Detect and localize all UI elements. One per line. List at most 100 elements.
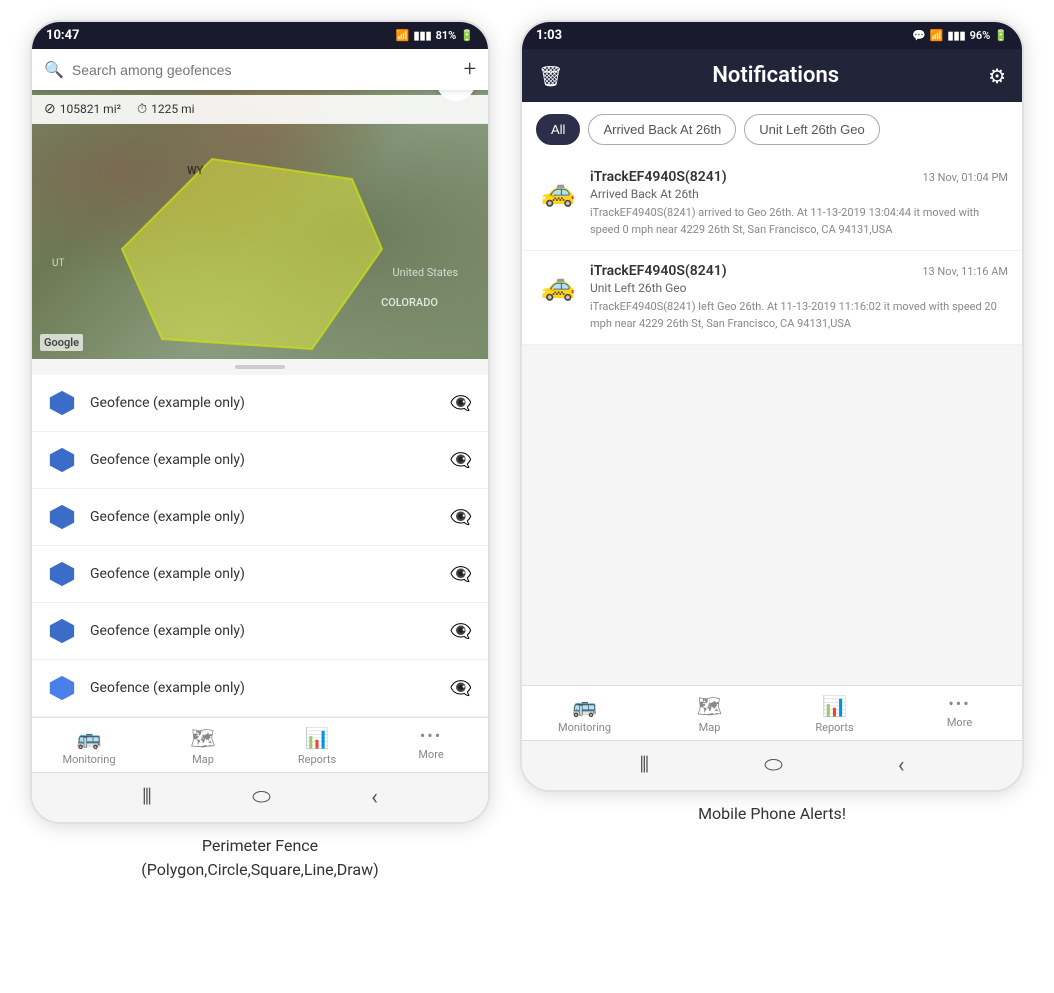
right-time: 1:03 [536,28,562,43]
trash-icon[interactable]: 🗑 [538,64,563,88]
left-time: 10:47 [46,28,80,43]
more-icon: ••• [420,726,442,745]
google-watermark: Google [40,334,83,351]
notif-title-row-1: iTrackEF4940S(8241) 13 Nov, 01:04 PM [590,169,1008,185]
wifi-icon: 📶 [396,29,410,42]
distance-value: 1225 mi [151,102,194,116]
nav-more-r[interactable]: ••• More [930,694,990,734]
add-button[interactable]: + [464,57,476,82]
right-bottom-nav: 🚌 Monitoring 🗺 Map 📊 Reports ••• More [522,685,1022,740]
right-phone: 1:03 💬 📶 ▮▮▮ 96% 🔋 🗑 Notifications ⚙ All… [520,20,1024,792]
geo-icon [48,674,76,702]
notification-item-2[interactable]: 🚕 iTrackEF4940S(8241) 13 Nov, 11:16 AM U… [522,251,1022,345]
left-status-bar: 10:47 📶 ▮▮▮ 81% 🔋 [32,22,488,49]
nav-monitoring-r[interactable]: 🚌 Monitoring [555,694,615,734]
notification-list: 🚕 iTrackEF4940S(8241) 13 Nov, 01:04 PM A… [522,157,1022,685]
geo-name: Geofence (example only) [90,395,436,411]
monitoring-icon: 🚌 [77,726,102,750]
notif-time-2: 13 Nov, 11:16 AM [922,265,1008,278]
list-item[interactable]: Geofence (example only) 👁‍🗨 [32,546,488,603]
eye-icon[interactable]: 👁‍🗨 [450,393,472,414]
home-button[interactable]: ⬭ [252,785,271,810]
list-item[interactable]: Geofence (example only) 👁‍🗨 [32,603,488,660]
map-label-r: Map [699,721,721,734]
battery-icon-r: 🔋 [994,29,1008,42]
filter-left[interactable]: Unit Left 26th Geo [744,114,880,145]
notification-item-1[interactable]: 🚕 iTrackEF4940S(8241) 13 Nov, 01:04 PM A… [522,157,1022,251]
caption-line1: Perimeter Fence [141,834,378,858]
distance-icon: ⏱ [137,102,147,117]
geo-icon [48,617,76,645]
left-bottom-nav: 🚌 Monitoring 🗺 Map 📊 Reports ••• More [32,717,488,772]
geo-icon [48,503,76,531]
back-button[interactable]: ‹ [371,785,378,810]
geofence-polygon [112,149,392,359]
notifications-header: 🗑 Notifications ⚙ [522,49,1022,102]
empty-area [522,345,1022,685]
list-item[interactable]: Geofence (example only) 👁‍🗨 [32,489,488,546]
reports-icon: 📊 [305,726,330,750]
search-bar[interactable]: 🔍 + [32,49,488,90]
filter-all[interactable]: All [536,114,580,145]
map-container: 🔍 + ⊘ 105821 mi² ⏱ 1225 mi [32,49,488,359]
nav-reports-r[interactable]: 📊 Reports [805,694,865,734]
nav-map[interactable]: 🗺 Map [173,726,233,766]
car-avatar-2: 🚕 [536,263,580,307]
list-item[interactable]: Geofence (example only) 👁‍🗨 [32,375,488,432]
notif-event-1: Arrived Back At 26th [590,187,1008,201]
distance-stat: ⏱ 1225 mi [137,102,195,117]
battery-icon: 🔋 [460,29,474,42]
chat-icon: 💬 [912,29,926,42]
right-caption-text: Mobile Phone Alerts! [698,802,846,826]
search-input[interactable] [72,62,456,78]
eye-icon[interactable]: 👁‍🗨 [450,564,472,585]
nav-monitoring[interactable]: 🚌 Monitoring [59,726,119,766]
signal-icon-r: ▮▮▮ [947,29,965,42]
geo-icon [48,560,76,588]
nav-reports[interactable]: 📊 Reports [287,726,347,766]
map-icon-r: 🗺 [697,694,722,718]
geo-icon [48,446,76,474]
list-item[interactable]: Geofence (example only) 👁‍🗨 [32,660,488,717]
stats-bar: ⊘ 105821 mi² ⏱ 1225 mi [32,95,488,124]
home-button-r[interactable]: ⬭ [764,753,783,778]
wy-label: WY [187,164,203,177]
geo-name: Geofence (example only) [90,566,436,582]
more-label: More [418,748,443,761]
nav-more[interactable]: ••• More [401,726,461,766]
right-android-nav: ⦀ ⬭ ‹ [522,740,1022,790]
map-icon: 🗺 [190,726,215,750]
search-icon: 🔍 [44,60,64,79]
notifications-title: Notifications [563,63,988,88]
monitoring-icon-r: 🚌 [572,694,597,718]
settings-icon[interactable]: ⚙ [988,64,1006,88]
notif-body-2: iTrackEF4940S(8241) left Geo 26th. At 11… [590,299,1008,332]
eye-icon[interactable]: 👁‍🗨 [450,507,472,528]
eye-icon[interactable]: 👁‍🗨 [450,450,472,471]
list-item[interactable]: Geofence (example only) 👁‍🗨 [32,432,488,489]
back-button-r[interactable]: ‹ [898,753,905,778]
area-icon: ⊘ [44,101,56,117]
nav-map-r[interactable]: 🗺 Map [680,694,740,734]
signal-icon: ▮▮▮ [413,29,431,42]
filter-arrived[interactable]: Arrived Back At 26th [588,114,736,145]
us-label: United States [393,266,458,279]
eye-icon[interactable]: 👁‍🗨 [450,678,472,699]
notif-vehicle-1: iTrackEF4940S(8241) [590,169,727,185]
reports-icon-r: 📊 [822,694,847,718]
left-caption: Perimeter Fence (Polygon,Circle,Square,L… [141,834,378,882]
colorado-label: COLORADO [381,296,438,309]
recent-apps-button[interactable]: ⦀ [142,785,152,810]
notif-content-2: iTrackEF4940S(8241) 13 Nov, 11:16 AM Uni… [590,263,1008,332]
monitoring-label-r: Monitoring [558,721,611,734]
notif-body-1: iTrackEF4940S(8241) arrived to Geo 26th.… [590,205,1008,238]
filter-tabs: All Arrived Back At 26th Unit Left 26th … [522,102,1022,157]
left-status-icons: 📶 ▮▮▮ 81% 🔋 [396,29,474,42]
ut-label: UT [52,258,64,269]
more-icon-r: ••• [948,694,970,713]
geo-name: Geofence (example only) [90,680,436,696]
eye-icon[interactable]: 👁‍🗨 [450,621,472,642]
recent-apps-button-r[interactable]: ⦀ [639,753,649,778]
left-android-nav: ⦀ ⬭ ‹ [32,772,488,822]
area-value: 105821 mi² [60,102,121,116]
